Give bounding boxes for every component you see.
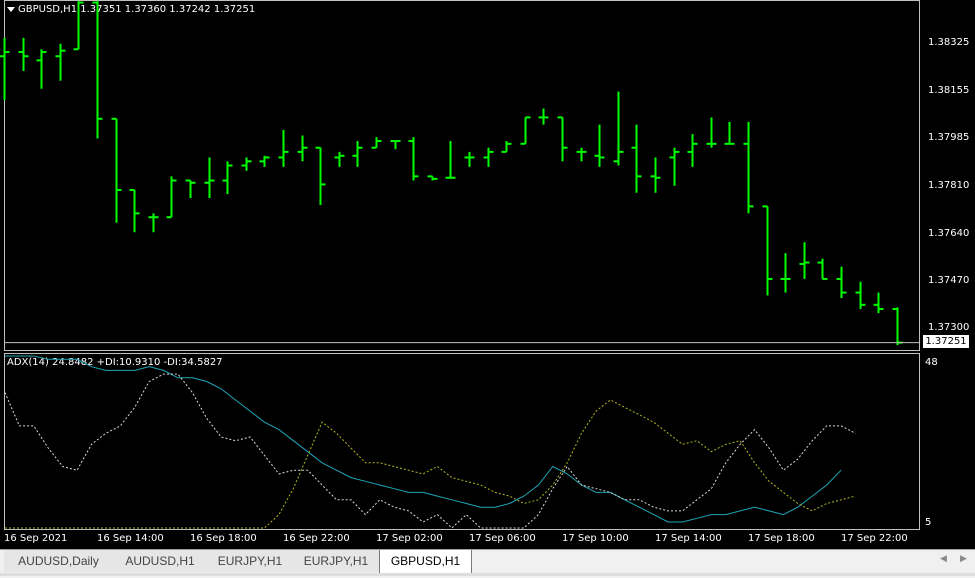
price-bar [334, 151, 345, 167]
time-axis-label: 17 Sep 18:00 [748, 533, 815, 544]
price-bar [297, 135, 308, 162]
indicator-axis-bottom: 5 [925, 517, 932, 528]
time-axis-label: 17 Sep 02:00 [376, 533, 443, 544]
price-axis-label: 1.37300 [928, 322, 970, 333]
chart-tab-bar: AUDUSD,Daily AUDUSD,H1 EURJPY,H1 EURJPY,H1 G… [0, 549, 975, 578]
scroll-right-icon[interactable]: ▶ [960, 554, 967, 564]
price-bar [873, 292, 884, 314]
chart-tab-eurjpy-h1[interactable]: EURJPY,H1 [207, 550, 294, 572]
time-axis-label: 17 Sep 14:00 [655, 533, 722, 544]
price-bar [166, 176, 177, 219]
minus-di-line [4, 373, 856, 529]
price-bar [594, 124, 605, 167]
price-axis-label: 1.37810 [928, 180, 970, 191]
price-bar [427, 175, 438, 181]
price-bar [780, 253, 791, 293]
plus-di-line [5, 399, 856, 529]
price-bar [631, 124, 642, 193]
chart-tab-eurjpy-h1[interactable]: EURJPY,H1 [293, 550, 380, 572]
time-axis-label: 17 Sep 10:00 [562, 533, 629, 544]
time-axis-label: 16 Sep 14:00 [97, 533, 164, 544]
time-axis-label: 16 Sep 2021 [4, 533, 68, 544]
price-bar [129, 188, 140, 233]
price-bar [73, 1, 84, 51]
price-bar [501, 141, 512, 153]
price-bar [371, 137, 382, 149]
price-bar [241, 157, 252, 171]
price-bar [576, 147, 587, 162]
price-axis-label: 1.38155 [928, 85, 970, 96]
price-bar [0, 37, 10, 101]
price-bar [613, 91, 624, 166]
price-bar [259, 155, 270, 167]
price-bar [111, 117, 122, 223]
price-bar [204, 157, 215, 199]
time-axis-label: 17 Sep 22:00 [841, 533, 908, 544]
horizontal-scrollbar[interactable] [0, 573, 975, 576]
price-bar [743, 121, 754, 214]
scroll-left-icon[interactable]: ◀ [940, 554, 947, 564]
price-bar [390, 140, 401, 150]
price-bar [185, 179, 196, 199]
price-bar [18, 37, 29, 71]
time-axis-label: 16 Sep 22:00 [283, 533, 350, 544]
price-bar [278, 129, 289, 167]
price-bar [222, 161, 233, 195]
chart-canvas [0, 1, 919, 529]
price-axis-label: 1.37470 [928, 275, 970, 286]
price-bar [892, 307, 903, 346]
price-bar [799, 242, 810, 279]
price-bar [92, 1, 103, 139]
chart-tab-gbpusd-h1[interactable]: GBPUSD,H1 [379, 550, 472, 574]
price-bar [520, 116, 531, 145]
indicator-axis-top: 48 [925, 357, 938, 368]
price-bar [483, 147, 494, 167]
price-bar [687, 134, 698, 167]
price-axis-label: 1.37985 [928, 132, 970, 143]
price-bar [538, 108, 549, 125]
price-bar [352, 141, 363, 167]
price-bar [148, 213, 159, 233]
price-bar [724, 121, 735, 145]
price-bar [650, 157, 661, 193]
price-axis-label: 1.38325 [928, 37, 970, 48]
adx-line [5, 355, 842, 523]
price-bar [445, 141, 456, 179]
price-bar [762, 205, 773, 296]
price-bar [464, 151, 475, 167]
price-bar [55, 43, 66, 81]
price-bar [669, 147, 680, 186]
time-axis-label: 17 Sep 06:00 [469, 533, 536, 544]
chart-tab-audusd-h1[interactable]: AUDUSD,H1 [113, 550, 208, 572]
price-bar [817, 258, 828, 280]
price-bar [706, 117, 717, 148]
price-bar [36, 49, 47, 89]
chart-tab-audusd-daily[interactable]: AUDUSD,Daily [4, 550, 114, 572]
current-price-label: 1.37251 [923, 335, 969, 348]
price-bar [408, 137, 419, 181]
price-bar [836, 266, 847, 299]
price-axis-label: 1.37640 [928, 228, 970, 239]
price-bar [557, 116, 568, 162]
time-axis-label: 16 Sep 18:00 [190, 533, 257, 544]
price-bar [855, 281, 866, 309]
price-bar [315, 146, 326, 205]
